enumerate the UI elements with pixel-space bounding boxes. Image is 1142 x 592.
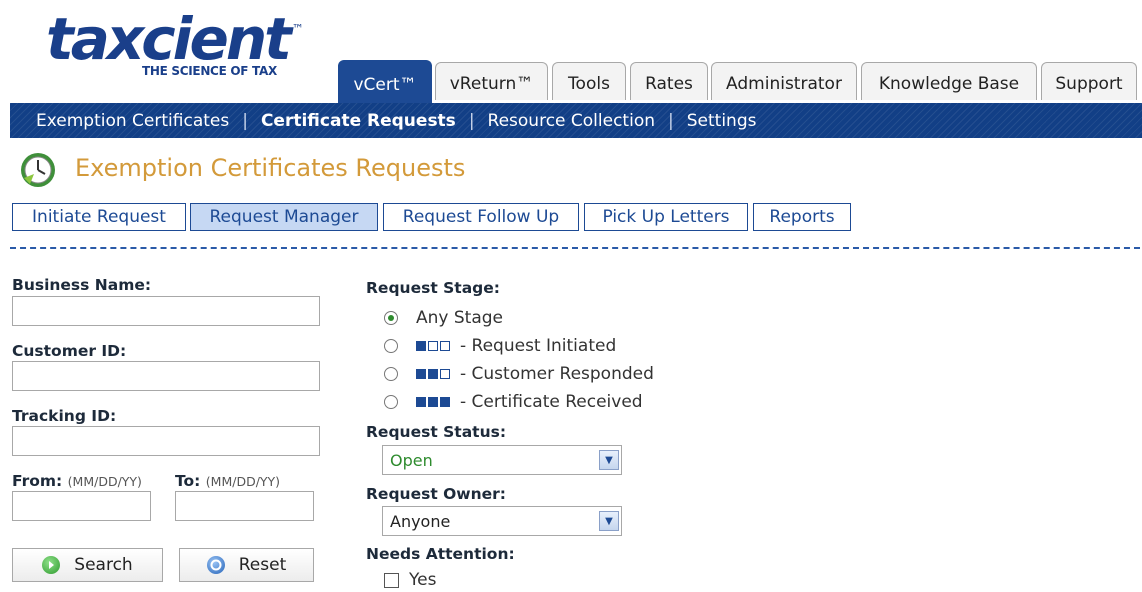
to-label-text: To: [175, 472, 201, 490]
tab-vreturn[interactable]: vReturn™ [435, 62, 548, 100]
subnav-resource-collection[interactable]: Resource Collection [475, 111, 668, 131]
tab-support[interactable]: Support [1041, 62, 1137, 100]
logo-trademark: ™ [292, 22, 304, 36]
needs-attention-label: Needs Attention: [366, 545, 515, 563]
customer-id-label: Customer ID: [12, 342, 127, 360]
subtab-request-follow-up[interactable]: Request Follow Up [383, 203, 579, 231]
stage-progress-2-icon [416, 369, 452, 379]
radio-customer-responded[interactable] [384, 367, 398, 381]
search-button-label: Search [74, 555, 133, 575]
stage-option-initiated[interactable]: - Request Initiated [384, 334, 616, 358]
to-date-hint: (MM/DD/YY) [205, 474, 281, 489]
logo-tagline: THE SCIENCE OF TAX [142, 64, 277, 78]
stage-option-any[interactable]: Any Stage [384, 306, 503, 330]
needs-attention-option[interactable]: Yes [384, 570, 436, 590]
reset-refresh-icon [206, 556, 225, 574]
stage-option-responded[interactable]: - Customer Responded [384, 362, 654, 386]
from-date-label: From: (MM/DD/YY) [12, 472, 142, 490]
stage-responded-label: - Customer Responded [460, 364, 654, 384]
request-owner-select[interactable]: Anyone ▼ [382, 506, 622, 536]
subtab-pick-up-letters[interactable]: Pick Up Letters [584, 203, 748, 231]
taxcient-logo: taxcient ™ THE SCIENCE OF TAX [46, 5, 316, 86]
stage-progress-1-icon [416, 341, 452, 351]
needs-attention-yes-label: Yes [409, 570, 437, 590]
reset-button-label: Reset [238, 555, 287, 575]
certificate-clock-icon [18, 150, 58, 190]
radio-any-stage[interactable] [384, 311, 398, 325]
tab-administrator[interactable]: Administrator [711, 62, 857, 100]
request-owner-value: Anyone [390, 511, 451, 531]
tab-knowledge-base[interactable]: Knowledge Base [861, 62, 1037, 100]
request-owner-label: Request Owner: [366, 485, 507, 503]
to-date-label: To: (MM/DD/YY) [175, 472, 280, 490]
tracking-id-label: Tracking ID: [12, 407, 117, 425]
reset-button[interactable]: Reset [179, 548, 314, 582]
subnav-settings[interactable]: Settings [674, 111, 770, 131]
request-stage-label: Request Stage: [366, 279, 500, 297]
stage-option-received[interactable]: - Certificate Received [384, 390, 643, 414]
chevron-down-icon[interactable]: ▼ [599, 450, 619, 470]
search-button[interactable]: Search [12, 548, 163, 582]
tracking-id-input[interactable] [12, 426, 320, 456]
subnav-certificate-requests[interactable]: Certificate Requests [248, 111, 469, 131]
business-name-label: Business Name: [12, 276, 152, 294]
subnav-exemption-certificates[interactable]: Exemption Certificates [10, 111, 242, 131]
needs-attention-checkbox[interactable] [384, 572, 399, 588]
customer-id-input[interactable] [12, 361, 320, 391]
from-date-input[interactable] [12, 491, 151, 521]
subtab-request-manager[interactable]: Request Manager [190, 203, 378, 231]
from-date-hint: (MM/DD/YY) [67, 474, 142, 489]
tab-rates[interactable]: Rates [630, 62, 708, 100]
radio-certificate-received[interactable] [384, 395, 398, 409]
tab-vcert[interactable]: vCert™ [338, 60, 432, 104]
stage-received-label: - Certificate Received [460, 392, 643, 412]
subtab-initiate-request[interactable]: Initiate Request [12, 203, 186, 231]
dashed-divider [10, 247, 1140, 249]
main-tabs: vCert™ vReturn™ Tools Rates Administrato… [338, 60, 1142, 104]
sub-navigation: Exemption Certificates | Certificate Req… [10, 103, 1142, 138]
stage-initiated-label: - Request Initiated [460, 336, 617, 356]
request-status-value: Open [390, 450, 433, 470]
page-title: Exemption Certificates Requests [75, 154, 466, 182]
search-arrow-icon [42, 556, 61, 574]
chevron-down-icon[interactable]: ▼ [599, 511, 619, 531]
radio-request-initiated[interactable] [384, 339, 398, 353]
tab-tools[interactable]: Tools [552, 62, 626, 100]
to-date-input[interactable] [175, 491, 314, 521]
request-status-label: Request Status: [366, 423, 507, 441]
from-label-text: From: [12, 472, 63, 490]
stage-any-label: Any Stage [416, 308, 503, 328]
business-name-input[interactable] [12, 296, 320, 326]
subtab-reports[interactable]: Reports [753, 203, 851, 231]
request-status-select[interactable]: Open ▼ [382, 445, 622, 475]
stage-progress-3-icon [416, 397, 452, 407]
